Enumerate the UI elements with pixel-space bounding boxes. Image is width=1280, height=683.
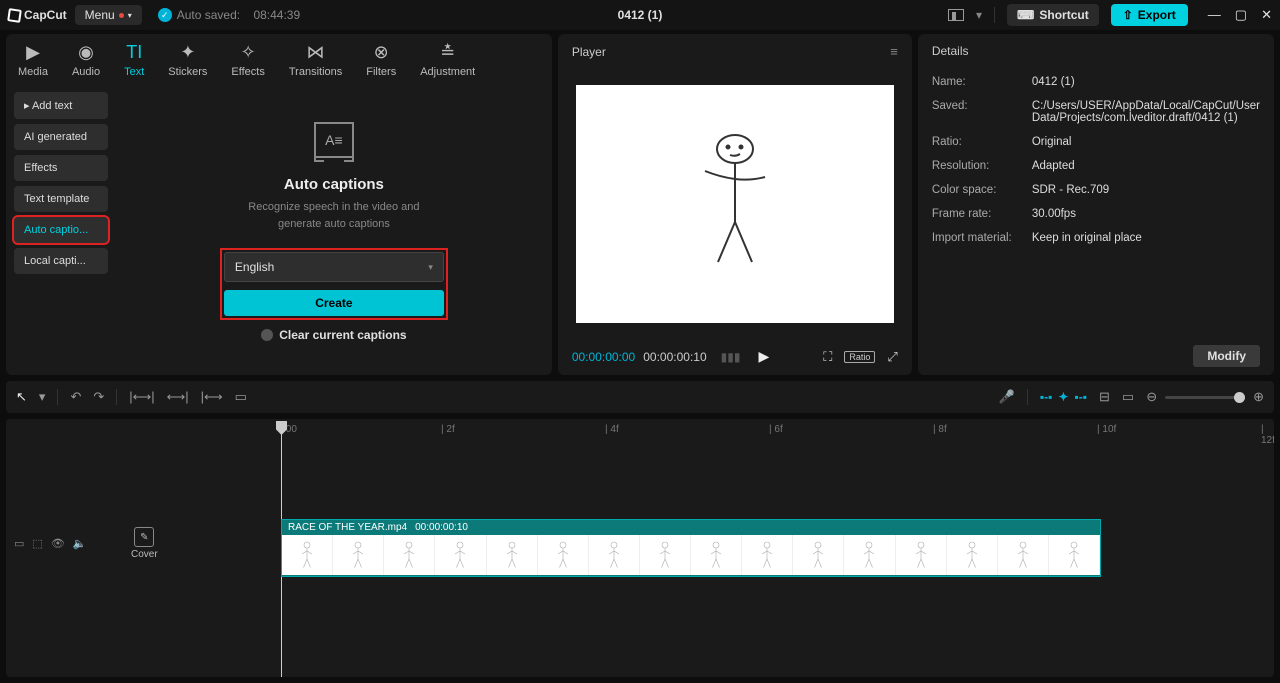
redo-button[interactable]: ↷ [93, 389, 104, 405]
check-icon: ✓ [158, 8, 172, 22]
track-toggle-icon[interactable]: ▭ [14, 537, 24, 550]
create-button[interactable]: Create [224, 290, 444, 316]
sidebar-item[interactable]: ▸ Add text [14, 92, 108, 119]
app-logo: CapCut [8, 8, 67, 22]
timeline-ruler[interactable]: :00| 2f| 4f| 6f| 8f| 10f| 12f [121, 419, 1274, 443]
eye-icon[interactable]: 👁 [51, 537, 65, 550]
player-title: Player [572, 45, 606, 59]
text-sidebar: ▸ Add text AI generated Effects Text templa… [6, 82, 116, 375]
magnet-3[interactable]: ▪-▪ [1074, 390, 1087, 404]
auto-captions-desc: Recognize speech in the video andgenerat… [248, 199, 419, 232]
main-tabs: ▶Media ◉Audio TIText ✦Stickers ✧Effects ⋈Tran… [6, 34, 552, 82]
tab-filters[interactable]: ⊗Filters [366, 42, 396, 78]
focus-icon[interactable]: ⛶ [823, 349, 832, 365]
split-left[interactable]: ⟷| [167, 389, 189, 405]
app-name: CapCut [24, 8, 67, 22]
export-button[interactable]: ⇧Export [1111, 4, 1188, 26]
magnet-1[interactable]: ▪-▪ [1040, 390, 1053, 404]
sidebar-item[interactable]: Auto captio... [14, 217, 108, 243]
layout-icon[interactable] [948, 9, 964, 21]
auto-captions-title: Auto captions [284, 176, 384, 193]
lock-icon[interactable]: ⬚ [32, 537, 42, 550]
minimize-button[interactable]: — [1208, 7, 1221, 23]
clip-duration: 00:00:00:10 [415, 522, 468, 533]
undo-button[interactable]: ↶ [70, 389, 81, 405]
language-dropdown[interactable]: English▾ [224, 252, 444, 282]
fullscreen-icon[interactable]: ⤢ [887, 349, 897, 365]
details-row: Frame rate:30.00fps [932, 208, 1260, 220]
project-title: 0412 (1) [618, 8, 663, 22]
align-icon[interactable]: ⊟ [1099, 389, 1110, 405]
close-button[interactable]: ✕ [1261, 7, 1272, 23]
tab-adjustment[interactable]: ≛Adjustment [420, 42, 475, 78]
tab-transitions[interactable]: ⋈Transitions [289, 42, 342, 78]
left-panel: ▶Media ◉Audio TIText ✦Stickers ✧Effects ⋈Tran… [6, 34, 552, 375]
details-row: Name:0412 (1) [932, 76, 1260, 88]
sidebar-item[interactable]: Local capti... [14, 248, 108, 274]
titlebar: CapCut Menu▾ ✓ Auto saved: 08:44:39 0412… [0, 0, 1280, 30]
timeline[interactable]: ▭ ⬚ 👁 🔈 ✎Cover :00| 2f| 4f| 6f| 8f| 10f|… [6, 419, 1274, 677]
split-tool[interactable]: |⟷| [129, 389, 154, 405]
sidebar-item[interactable]: AI generated [14, 124, 108, 150]
details-row: Resolution:Adapted [932, 160, 1260, 172]
auto-captions-content: A≡ Auto captions Recognize speech in the… [116, 82, 552, 375]
cursor-tool[interactable]: ↖ [16, 389, 27, 405]
mic-icon[interactable]: 🎤 [999, 389, 1015, 405]
tab-audio[interactable]: ◉Audio [72, 42, 100, 78]
details-row: Ratio:Original [932, 136, 1260, 148]
player-panel: Player≡ 00:00:00:00 00:00:00:10 ▮▮▮ ▶ ⛶ … [558, 34, 912, 375]
keyboard-icon: ⌨ [1017, 8, 1034, 22]
clear-captions-checkbox[interactable]: Clear current captions [261, 328, 406, 342]
clip-name: RACE OF THE YEAR.mp4 [288, 522, 407, 533]
tab-stickers[interactable]: ✦Stickers [168, 42, 207, 78]
tab-effects[interactable]: ✧Effects [231, 42, 264, 78]
ratio-button[interactable]: Ratio [844, 351, 875, 363]
mute-icon[interactable]: 🔈 [73, 537, 87, 550]
capcut-icon [7, 8, 22, 23]
frame-preview [690, 127, 780, 280]
play-button[interactable]: ▶ [758, 348, 769, 365]
zoom-out[interactable]: ⊖ [1146, 389, 1157, 405]
preview-icon[interactable]: ▭ [1122, 389, 1134, 405]
sidebar-item[interactable]: Text template [14, 186, 108, 212]
auto-captions-icon: A≡ [316, 122, 352, 158]
cursor-dropdown[interactable]: ▾ [39, 389, 46, 405]
time-duration: 00:00:00:10 [643, 350, 706, 364]
zoom-in[interactable]: ⊕ [1253, 389, 1264, 405]
columns-icon[interactable]: ▮▮▮ [721, 350, 741, 364]
details-row: Saved:C:/Users/USER/AppData/Local/CapCut… [932, 100, 1260, 124]
delete-tool[interactable]: ▭ [235, 389, 247, 405]
maximize-button[interactable]: ▢ [1235, 7, 1247, 23]
zoom-slider[interactable] [1165, 396, 1245, 399]
sidebar-item[interactable]: Effects [14, 155, 108, 181]
details-row: Color space:SDR - Rec.709 [932, 184, 1260, 196]
player-canvas[interactable] [576, 85, 894, 323]
highlighted-area: English▾ Create [220, 248, 448, 320]
clip-thumbnails [282, 535, 1100, 575]
details-row: Import material:Keep in original place [932, 232, 1260, 244]
details-panel: Details Name:0412 (1) Saved:C:/Users/USER… [918, 34, 1274, 375]
timeline-gutter: ▭ ⬚ 👁 🔈 [6, 419, 121, 677]
player-menu-icon[interactable]: ≡ [890, 44, 898, 59]
upload-icon: ⇧ [1123, 8, 1133, 22]
shortcut-button[interactable]: ⌨Shortcut [1007, 4, 1099, 26]
time-current: 00:00:00:00 [572, 350, 635, 364]
modify-button[interactable]: Modify [1193, 345, 1260, 367]
menu-button[interactable]: Menu▾ [75, 5, 142, 25]
checkbox-icon [261, 329, 273, 341]
timeline-toolbar: ↖ ▾ ↶ ↷ |⟷| ⟷| |⟷ ▭ 🎤 ▪-▪ ✦ ▪-▪ ⊟ ▭ ⊖ ⊕ [6, 381, 1274, 413]
split-right[interactable]: |⟷ [201, 389, 223, 405]
tab-text[interactable]: TIText [124, 42, 144, 78]
magnet-2[interactable]: ✦ [1058, 390, 1068, 404]
autosave-indicator: ✓ Auto saved: 08:44:39 [158, 8, 300, 22]
tab-media[interactable]: ▶Media [18, 42, 48, 78]
details-title: Details [932, 44, 969, 58]
video-clip[interactable]: RACE OF THE YEAR.mp4 00:00:00:10 [281, 519, 1101, 577]
